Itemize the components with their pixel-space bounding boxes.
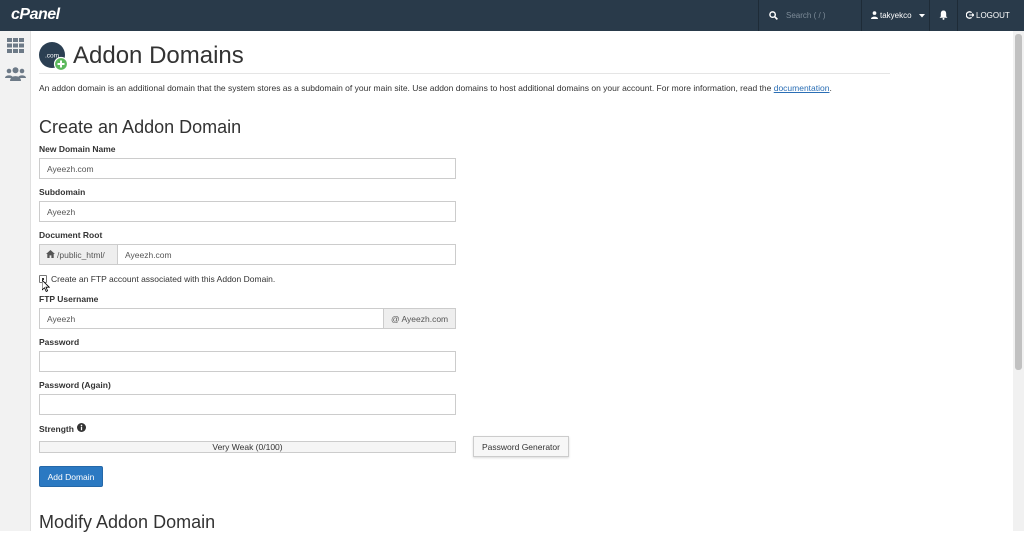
logout-label: LOGOUT (976, 11, 1010, 20)
strength-label: Strength (39, 423, 74, 434)
page-header: .com Addon Domains (39, 39, 244, 73)
new-domain-input[interactable]: Ayeezh.com (39, 158, 456, 179)
strength-label-row: Strength (39, 423, 86, 434)
addon-domain-icon: .com (39, 42, 69, 72)
title-divider (39, 73, 890, 74)
user-menu[interactable]: takyekco (861, 0, 929, 31)
add-domain-button[interactable]: Add Domain (39, 466, 103, 487)
password-input[interactable] (39, 351, 456, 372)
page-title: Addon Domains (73, 42, 244, 69)
username-label: takyekco (880, 11, 912, 20)
logout-button[interactable]: LOGOUT (957, 0, 1024, 31)
intro-text: An addon domain is an additional domain … (39, 83, 774, 93)
info-icon[interactable] (76, 423, 86, 434)
document-root-prefix-text: /public_html/ (57, 249, 105, 260)
password-label: Password (39, 337, 80, 347)
subdomain-input[interactable]: Ayeezh (39, 201, 456, 222)
new-domain-label: New Domain Name (39, 144, 116, 154)
scrollbar-thumb[interactable] (1015, 34, 1022, 370)
page-scrollbar[interactable] (1013, 31, 1024, 531)
intro-end: . (829, 83, 832, 93)
subdomain-label: Subdomain (39, 187, 86, 197)
ftp-username-label: FTP Username (39, 294, 99, 304)
user-icon (871, 10, 878, 21)
search-icon (769, 7, 778, 25)
document-root-input[interactable]: Ayeezh.com (117, 244, 456, 265)
document-root-prefix: /public_html/ (39, 244, 118, 265)
ftp-account-option[interactable]: Create an FTP account associated with th… (39, 274, 275, 284)
password-again-input[interactable] (39, 394, 456, 415)
modify-section-title: Modify Addon Domain (39, 512, 216, 532)
top-navigation-bar: cPanel Search ( / ) takyekco LOGOUT (0, 0, 1024, 31)
users-icon[interactable] (5, 67, 26, 86)
intro-paragraph: An addon domain is an additional domain … (39, 83, 832, 93)
home-icon (46, 249, 55, 260)
caret-down-icon (918, 11, 925, 20)
notifications-button[interactable] (929, 0, 957, 31)
password-strength-meter: Very Weak (0/100) (39, 441, 456, 453)
ftp-account-checkbox-label: Create an FTP account associated with th… (51, 274, 276, 284)
document-root-label: Document Root (39, 230, 103, 240)
search-input[interactable]: Search ( / ) (786, 11, 826, 20)
left-sidebar (0, 31, 31, 531)
create-section-title: Create an Addon Domain (39, 117, 242, 137)
logout-icon (965, 10, 975, 21)
grid-apps-icon[interactable] (7, 38, 24, 58)
documentation-link[interactable]: documentation (774, 83, 830, 93)
password-generator-button[interactable]: Password Generator (473, 436, 569, 457)
main-content: .com Addon Domains An addon domain is an… (39, 31, 999, 532)
password-again-label: Password (Again) (39, 380, 111, 390)
bell-icon (939, 7, 948, 25)
cpanel-logo[interactable]: cPanel (11, 6, 60, 24)
ftp-username-domain-suffix: @ Ayeezh.com (383, 308, 456, 329)
ftp-username-input[interactable]: Ayeezh (39, 308, 384, 329)
search-box[interactable]: Search ( / ) (758, 0, 861, 31)
